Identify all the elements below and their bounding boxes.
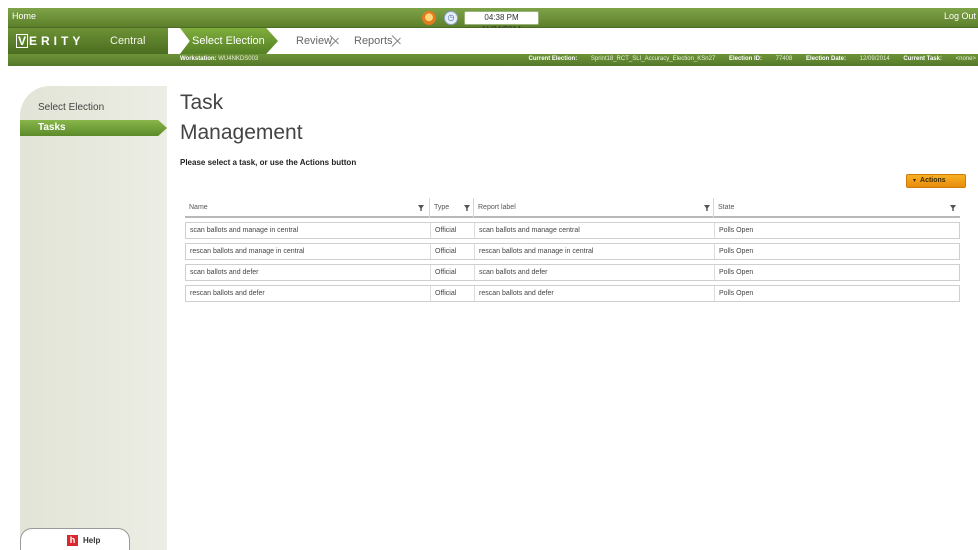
- column-header-state[interactable]: State: [713, 198, 960, 218]
- home-link[interactable]: Home: [12, 11, 36, 21]
- sidebar-item-tasks[interactable]: Tasks: [20, 120, 167, 136]
- chevron-right-icon: [392, 29, 404, 53]
- actions-button[interactable]: ▾ Actions: [906, 174, 966, 188]
- election-meta: Current Election: Sprint18_RCT_SLI_Accur…: [517, 56, 976, 62]
- cell-state: Polls Open: [714, 223, 959, 238]
- cell-name: scan ballots and defer: [190, 269, 259, 276]
- logout-link[interactable]: Log Out: [944, 11, 976, 21]
- calendar-icon[interactable]: ◷: [444, 11, 458, 25]
- election-date: Election Date: 12/09/2014: [806, 56, 890, 62]
- table-row[interactable]: rescan ballots and manage in central Off…: [185, 243, 960, 260]
- brand-panel: V ERITY Central: [8, 28, 168, 54]
- help-button[interactable]: h Help: [20, 528, 130, 550]
- cell-name: rescan ballots and manage in central: [190, 248, 305, 255]
- cell-type: Official: [430, 223, 474, 238]
- column-header-name[interactable]: Name: [185, 198, 425, 218]
- cell-type: Official: [430, 286, 474, 301]
- cell-report-label: rescan ballots and defer: [474, 286, 714, 301]
- cell-state: Polls Open: [714, 265, 959, 280]
- product-name: Central: [110, 35, 146, 47]
- home-icon[interactable]: [422, 11, 436, 25]
- top-system-bar: Home ◷ 04:38 PM 11/24/2014 Log Out: [8, 8, 978, 34]
- cell-state: Polls Open: [714, 244, 959, 259]
- cell-report-label: scan ballots and defer: [474, 265, 714, 280]
- table-header: Name Type Report label State: [185, 198, 960, 218]
- help-label: Help: [83, 536, 101, 545]
- page-title: Task Management: [180, 91, 303, 144]
- clock-display: 04:38 PM 11/24/2014: [464, 11, 539, 34]
- sidebar: Select Election Tasks: [20, 86, 167, 550]
- election-id: Election ID: 77408: [728, 56, 793, 62]
- cell-state: Polls Open: [714, 286, 959, 301]
- chevron-down-icon: ▾: [913, 178, 917, 184]
- table-row[interactable]: scan ballots and manage in central Offic…: [185, 222, 960, 239]
- cell-name: rescan ballots and defer: [190, 290, 265, 297]
- sidebar-item-select-election[interactable]: Select Election: [20, 100, 167, 116]
- current-task: Current Task: <none>: [903, 56, 976, 62]
- cell-type: Official: [430, 265, 474, 280]
- column-header-report-label[interactable]: Report label: [473, 198, 717, 218]
- help-icon: h: [67, 535, 78, 546]
- election-info-bar: Workstation: WU4NKDS003 Current Election…: [8, 54, 978, 66]
- table-row[interactable]: rescan ballots and defer Official rescan…: [185, 285, 960, 302]
- cell-report-label: rescan ballots and manage in central: [474, 244, 714, 259]
- workstation-info: Workstation: WU4NKDS003: [180, 56, 259, 62]
- verity-logo: V ERITY: [16, 34, 85, 48]
- chevron-right-icon: [330, 29, 342, 53]
- breadcrumb-select-election[interactable]: Select Election: [180, 28, 278, 54]
- cell-type: Official: [430, 244, 474, 259]
- cell-name: scan ballots and manage in central: [190, 227, 299, 234]
- current-election: Current Election: Sprint18_RCT_SLI_Accur…: [528, 56, 716, 62]
- task-table: Name Type Report label State scan ballot…: [185, 198, 960, 302]
- navigation-bar: V ERITY Central Select Election Review Re…: [8, 28, 978, 54]
- instruction-text: Please select a task, or use the Actions…: [180, 158, 357, 167]
- cell-report-label: scan ballots and manage central: [474, 223, 714, 238]
- table-row[interactable]: scan ballots and defer Official scan bal…: [185, 264, 960, 281]
